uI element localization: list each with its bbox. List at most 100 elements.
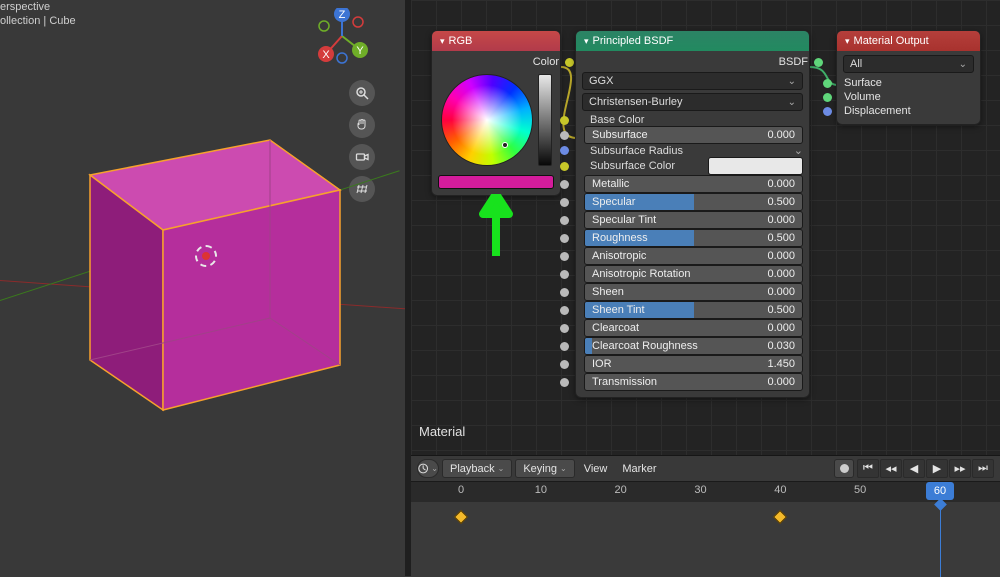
value-slider[interactable]: Clearcoat Roughness0.030 (584, 337, 803, 355)
distribution-dropdown[interactable]: GGX ⌄ (582, 72, 803, 90)
color-wheel-cursor (502, 142, 508, 148)
prop-clearcoat: Clearcoat0.000 (582, 319, 803, 337)
prop-subsurface: Subsurface0.000 (582, 126, 803, 144)
timeline-editor-type-icon[interactable]: ⌄ (417, 459, 439, 478)
input-socket[interactable] (560, 116, 569, 125)
node-rgb-header[interactable]: ▾ RGB (432, 31, 560, 51)
prop-label: Subsurface Radius (584, 145, 689, 157)
active-material-label: Material (419, 424, 465, 439)
shader-node-editor[interactable]: Material ▾ RGB Color (411, 0, 1000, 455)
rgb-swatch[interactable] (438, 175, 554, 189)
output-target-dropdown[interactable]: All ⌄ (843, 55, 974, 73)
autokey-toggle[interactable] (834, 459, 854, 478)
input-socket[interactable] (560, 162, 569, 171)
color-wheel[interactable] (441, 74, 533, 166)
jump-start-icon[interactable]: ⏮ (857, 459, 879, 478)
color-field[interactable] (708, 157, 803, 175)
keyframe-diamond[interactable] (773, 510, 787, 524)
node-principled-bsdf[interactable]: ▾ Principled BSDF BSDF GGX ⌄ Christensen… (575, 30, 810, 398)
prop-metallic: Metallic0.000 (582, 175, 803, 193)
input-socket[interactable] (823, 107, 832, 116)
input-socket[interactable] (560, 360, 569, 369)
prev-key-icon[interactable]: ◂◂ (880, 459, 902, 478)
menu-view[interactable]: View (578, 463, 614, 475)
collapse-icon[interactable]: ▾ (584, 36, 589, 47)
playhead[interactable] (940, 502, 941, 577)
value-slider[interactable]: Subsurface0.000 (584, 126, 803, 144)
keyframe-diamond[interactable] (454, 510, 468, 524)
node-output-header[interactable]: ▾ Material Output (837, 31, 980, 51)
value-slider[interactable]: IOR1.450 (584, 355, 803, 373)
collapse-icon[interactable]: ▾ (440, 36, 445, 47)
node-rgb[interactable]: ▾ RGB Color (431, 30, 561, 196)
node-bsdf-title: Principled BSDF (593, 35, 674, 47)
input-socket[interactable] (823, 93, 832, 102)
socket-label: Volume (838, 91, 887, 103)
value-slider[interactable]: Clearcoat0.000 (584, 319, 803, 337)
input-socket[interactable] (560, 252, 569, 261)
zoom-icon[interactable] (349, 80, 375, 106)
node-material-output[interactable]: ▾ Material Output All ⌄ SurfaceVolumeDis… (836, 30, 981, 125)
input-socket[interactable] (560, 180, 569, 189)
prop-subsurface-color: Subsurface Color (582, 157, 803, 175)
value-slider[interactable]: Specular Tint0.000 (584, 211, 803, 229)
value-slider[interactable]: Sheen0.000 (584, 283, 803, 301)
viewport-3d[interactable]: erspective ollection | Cube Z Y X (0, 0, 405, 455)
value-slider[interactable]: Roughness0.500 (584, 229, 803, 247)
sss-method-dropdown[interactable]: Christensen-Burley ⌄ (582, 93, 803, 111)
input-socket[interactable] (560, 270, 569, 279)
input-socket[interactable] (560, 216, 569, 225)
value-slider[interactable]: Anisotropic0.000 (584, 247, 803, 265)
input-socket[interactable] (560, 306, 569, 315)
node-bsdf-header[interactable]: ▾ Principled BSDF (576, 31, 809, 51)
ruler-tick: 40 (774, 484, 786, 496)
input-socket[interactable] (823, 79, 832, 88)
prop-ior: IOR1.450 (582, 355, 803, 373)
annotation-arrow-icon (479, 194, 513, 256)
timeline-header: ⌄ Playback⌄ Keying⌄ View Marker ⏮◂◂◀▶▸▸⏭ (411, 456, 1000, 482)
mesh-cube[interactable] (50, 120, 370, 440)
value-slider[interactable]: Metallic0.000 (584, 175, 803, 193)
value-slider[interactable]: Specular0.500 (584, 193, 803, 211)
output-socket-bsdf[interactable] (814, 58, 823, 67)
play-rev-icon[interactable]: ◀ (903, 459, 925, 478)
value-slider[interactable]: Sheen Tint0.500 (584, 301, 803, 319)
input-socket[interactable] (560, 288, 569, 297)
chevron-down-icon[interactable]: ⌄ (794, 144, 803, 157)
value-slider[interactable]: Anisotropic Rotation0.000 (584, 265, 803, 283)
input-socket[interactable] (560, 146, 569, 155)
menu-keying[interactable]: Keying⌄ (515, 459, 574, 478)
prop-anisotropic: Anisotropic0.000 (582, 247, 803, 265)
menu-playback[interactable]: Playback⌄ (442, 459, 512, 478)
viewport-overlay-text: erspective ollection | Cube (0, 0, 76, 28)
prop-specular: Specular0.500 (582, 193, 803, 211)
input-socket[interactable] (560, 131, 569, 140)
prop-label: Subsurface Color (584, 160, 681, 172)
prop-clearcoat-roughness: Clearcoat Roughness0.030 (582, 337, 803, 355)
chevron-down-icon: ⌄ (788, 97, 796, 108)
timeline-ruler[interactable]: 010203040506060 (411, 482, 1000, 502)
node-output-title: Material Output (854, 35, 929, 47)
input-socket[interactable] (560, 198, 569, 207)
collapse-icon[interactable]: ▾ (845, 36, 850, 47)
timeline-editor[interactable]: ⌄ Playback⌄ Keying⌄ View Marker ⏮◂◂◀▶▸▸⏭… (411, 455, 1000, 576)
play-fwd-icon[interactable]: ▶ (926, 459, 948, 478)
menu-marker[interactable]: Marker (616, 463, 662, 475)
value-slider[interactable]: Transmission0.000 (584, 373, 803, 391)
next-key-icon[interactable]: ▸▸ (949, 459, 971, 478)
jump-end-icon[interactable]: ⏭ (972, 459, 994, 478)
sss-method-value: Christensen-Burley (589, 96, 683, 108)
ruler-tick: 20 (615, 484, 627, 496)
prop-sheen: Sheen0.000 (582, 283, 803, 301)
socket-label-color: Color (533, 56, 559, 68)
value-slider[interactable] (538, 74, 552, 166)
input-socket[interactable] (560, 234, 569, 243)
navigation-gizmo[interactable]: Z Y X (314, 8, 370, 64)
output-socket-color[interactable] (565, 58, 574, 67)
input-socket[interactable] (560, 324, 569, 333)
3d-cursor (195, 245, 217, 267)
timeline-track[interactable] (411, 502, 1000, 577)
input-socket[interactable] (560, 378, 569, 387)
input-socket[interactable] (560, 342, 569, 351)
prop-specular-tint: Specular Tint0.000 (582, 211, 803, 229)
